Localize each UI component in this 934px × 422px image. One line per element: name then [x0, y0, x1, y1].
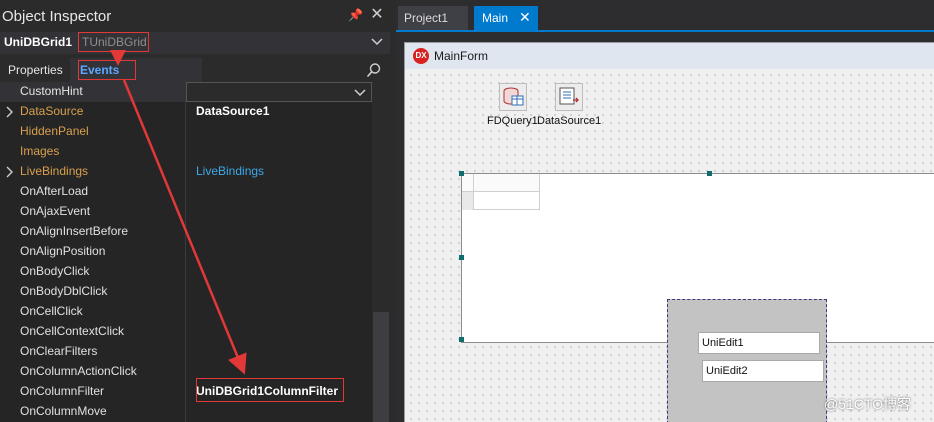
- grid-row-hiddenpanel[interactable]: HiddenPanel: [0, 122, 372, 142]
- expand-arrow-icon[interactable]: [5, 106, 15, 118]
- tab-project1-label: Project1: [404, 11, 449, 25]
- property-name: OnAlignPosition: [20, 244, 106, 258]
- uniedit1-text: UniEdit1: [702, 337, 744, 349]
- selection-handle[interactable]: [459, 337, 464, 342]
- object-inspector-title: Object Inspector: [2, 8, 112, 25]
- property-name: OnBodyDblClick: [20, 284, 108, 298]
- chevron-down-icon[interactable]: [352, 85, 368, 101]
- grid-row-images[interactable]: Images: [0, 142, 372, 162]
- form-app-icon: DX: [413, 48, 429, 64]
- close-icon[interactable]: ✕: [370, 7, 384, 23]
- selection-handle[interactable]: [707, 171, 712, 176]
- chevron-down-icon[interactable]: [369, 34, 385, 50]
- main-form[interactable]: DX MainForm FDQuery1 DataSource1 UniEdit…: [404, 42, 934, 422]
- grid-row-onalignposition[interactable]: OnAlignPosition: [0, 242, 372, 262]
- tab-events[interactable]: Events: [70, 58, 202, 82]
- property-value[interactable]: LiveBindings: [196, 164, 264, 178]
- property-name: OnClearFilters: [20, 344, 98, 358]
- grid-row-oncolumnmove[interactable]: OnColumnMove: [0, 402, 372, 422]
- annotation-box-handler: [196, 378, 344, 402]
- grid-row-onajaxevent[interactable]: OnAjaxEvent: [0, 202, 372, 222]
- property-name: HiddenPanel: [20, 124, 89, 138]
- object-inspector-titlebar: Object Inspector 📌 ✕: [0, 0, 390, 32]
- datasource1-label: DataSource1: [537, 115, 602, 127]
- grid-row-customhint[interactable]: CustomHint: [0, 82, 372, 102]
- form-title: MainForm: [434, 49, 489, 63]
- grid-row: [462, 192, 540, 210]
- uniedit1-control[interactable]: UniEdit1: [698, 332, 820, 354]
- grid-indicator: [462, 174, 474, 192]
- tab-underline: [396, 30, 934, 32]
- expand-arrow-icon[interactable]: [5, 166, 15, 178]
- tab-properties[interactable]: Properties: [0, 58, 70, 82]
- grid-row-onaligninsertbefore[interactable]: OnAlignInsertBefore: [0, 222, 372, 242]
- pin-icon[interactable]: 📌: [348, 8, 363, 22]
- object-inspector-panel: Object Inspector 📌 ✕ UniDBGrid1 TUniDBGr…: [0, 0, 390, 422]
- annotation-box-events: [78, 60, 136, 80]
- property-name: Images: [20, 144, 60, 158]
- editor-tabbar: Project1 Main ✕: [396, 6, 934, 30]
- property-name: OnColumnFilter: [20, 384, 105, 398]
- event-handler-dropdown[interactable]: [186, 82, 372, 102]
- property-name: OnAjaxEvent: [20, 204, 91, 218]
- property-name: OnColumnActionClick: [20, 364, 137, 378]
- form-designer: Project1 Main ✕ DX MainForm FDQuery1 Dat…: [396, 0, 934, 422]
- property-name: CustomHint: [20, 84, 83, 98]
- component-name: UniDBGrid1: [4, 35, 73, 49]
- component-selector[interactable]: UniDBGrid1 TUniDBGrid: [0, 32, 390, 54]
- property-grid-scrollbar[interactable]: [372, 82, 390, 422]
- watermark: @51CTO博客: [824, 396, 912, 412]
- grid-row-onbodydblclick[interactable]: OnBodyDblClick: [0, 282, 372, 302]
- search-input[interactable]: [202, 58, 390, 82]
- datasource1-component[interactable]: [555, 83, 583, 111]
- form-canvas[interactable]: FDQuery1 DataSource1 UniEdit1 UniEdit2: [405, 69, 934, 422]
- annotation-box-type: [78, 32, 149, 52]
- grid-row-oncellclick[interactable]: OnCellClick: [0, 302, 372, 322]
- grid-row-livebindings[interactable]: LiveBindings LiveBindings: [0, 162, 372, 182]
- unipanel-control[interactable]: UniEdit1 UniEdit2: [667, 299, 827, 422]
- property-name: OnAfterLoad: [20, 184, 89, 198]
- form-titlebar: DX MainForm: [405, 43, 934, 69]
- inspector-tabs: Properties Events: [0, 58, 390, 82]
- grid-row-onbodyclick[interactable]: OnBodyClick: [0, 262, 372, 282]
- grid-header-cell: [462, 174, 540, 192]
- tab-main-label: Main: [482, 11, 509, 25]
- property-value[interactable]: DataSource1: [196, 104, 269, 118]
- property-name: LiveBindings: [20, 164, 89, 178]
- fdquery1-label: FDQuery1: [487, 115, 538, 127]
- tab-properties-label: Properties: [8, 63, 63, 77]
- database-query-icon: [503, 87, 524, 106]
- property-name: OnCellClick: [20, 304, 83, 318]
- uniedit2-text: UniEdit2: [706, 365, 748, 377]
- selection-handle[interactable]: [459, 171, 464, 176]
- uniedit2-control[interactable]: UniEdit2: [702, 360, 824, 382]
- datasource-icon: [559, 87, 579, 105]
- grid-row-onafterload[interactable]: OnAfterLoad: [0, 182, 372, 202]
- grid-indicator: [462, 192, 474, 210]
- close-icon[interactable]: ✕: [519, 9, 531, 26]
- tab-main[interactable]: Main ✕: [474, 6, 538, 30]
- selection-handle[interactable]: [459, 255, 464, 260]
- property-grid: CustomHint DataSource DataSource1 Hidden…: [0, 82, 372, 422]
- grid-row-onclearfilters[interactable]: OnClearFilters: [0, 342, 372, 362]
- property-name: OnCellContextClick: [20, 324, 125, 338]
- property-name: OnColumnMove: [20, 404, 107, 418]
- fdquery1-component[interactable]: [499, 83, 527, 111]
- property-name: OnBodyClick: [20, 264, 90, 278]
- property-name: OnAlignInsertBefore: [20, 224, 129, 238]
- property-name: DataSource: [20, 104, 84, 118]
- tab-project1[interactable]: Project1: [398, 6, 468, 30]
- search-icon[interactable]: [366, 62, 382, 78]
- grid-row-oncellcontextclick[interactable]: OnCellContextClick: [0, 322, 372, 342]
- grid-row-datasource[interactable]: DataSource DataSource1: [0, 102, 372, 122]
- scrollbar-thumb[interactable]: [373, 312, 389, 422]
